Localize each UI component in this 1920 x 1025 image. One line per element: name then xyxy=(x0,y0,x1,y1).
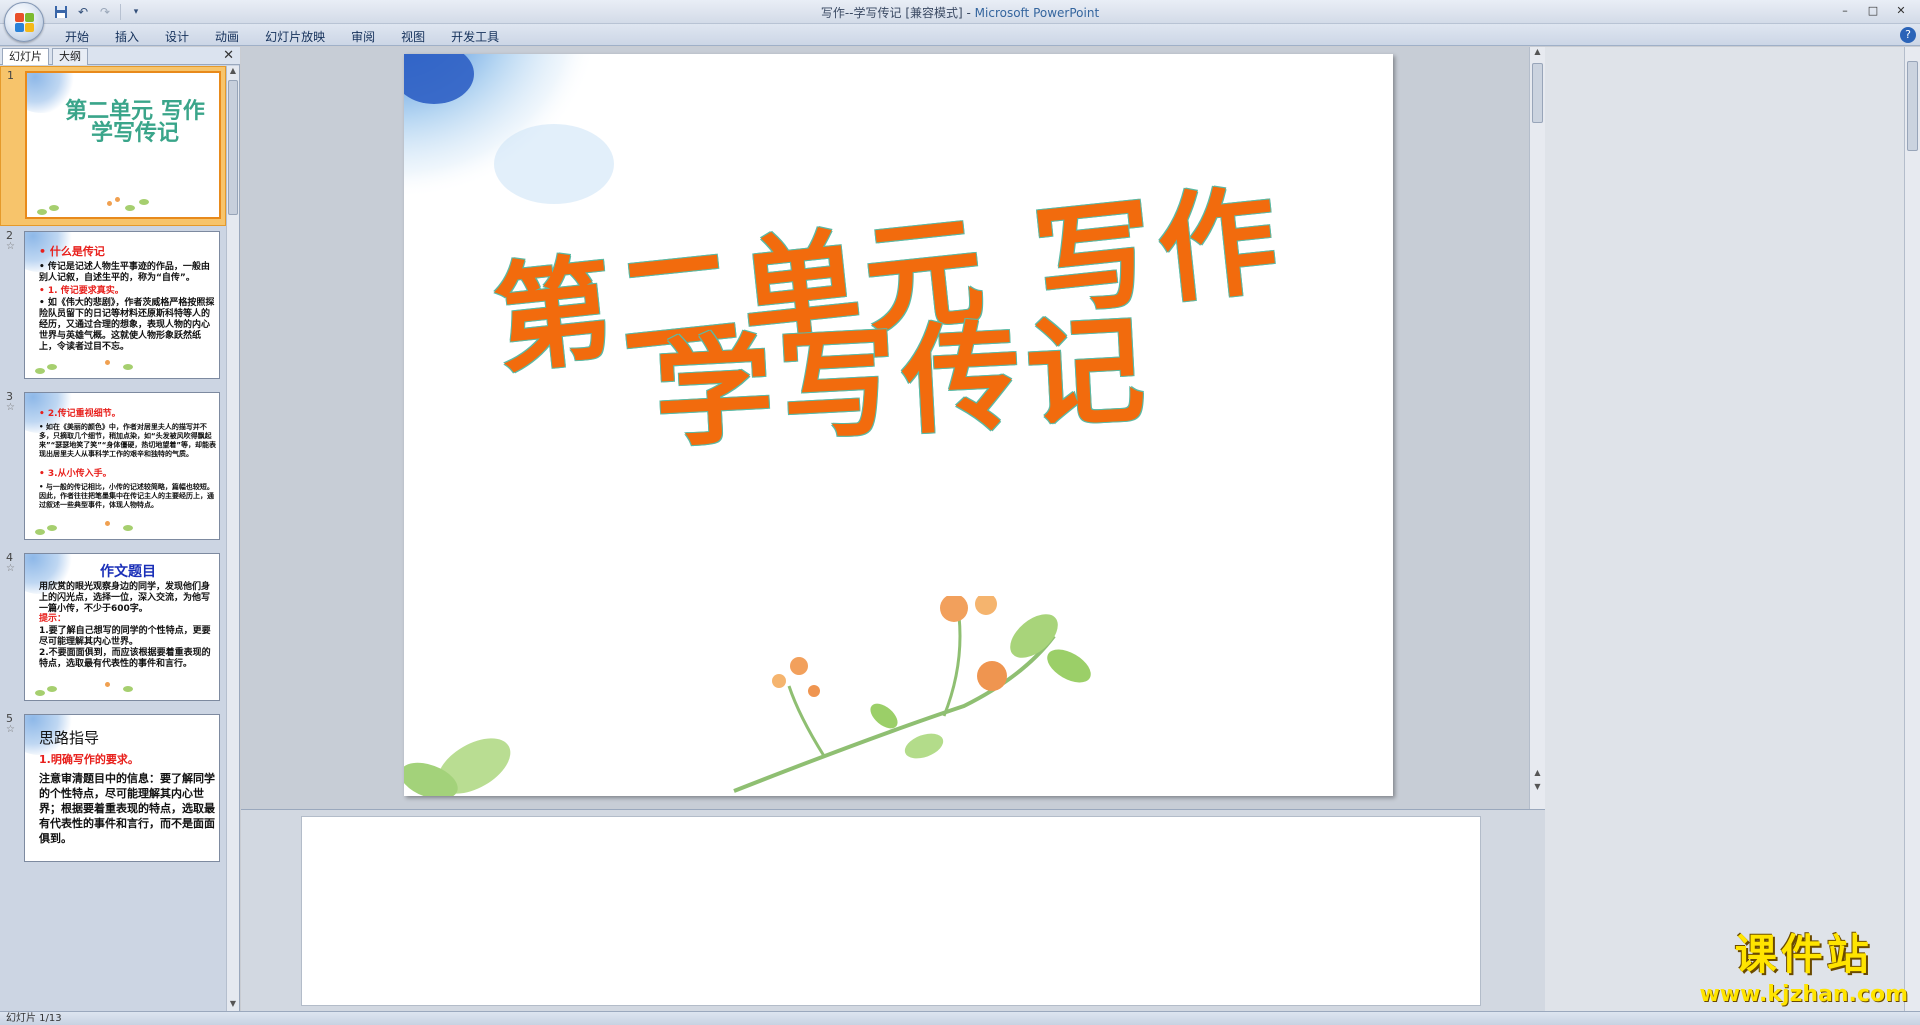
flower-sprig-decoration xyxy=(101,513,161,537)
slide-preview: 作文题目 用欣赏的眼光观察身边的同学，发现他们身上的闪光点，选择一位，深入交流，… xyxy=(24,553,220,701)
window-title: 写作--学写传记 [兼容模式] - Microsoft PowerPoint xyxy=(0,4,1920,21)
slide-editor: 第二单元 写作 学写传记 ▲ ▲ ▼ xyxy=(241,47,1545,809)
slide-thumbnail-5[interactable]: 5 ☆ 思路指导 1.明确写作的要求。 注意审清题目中的信息：要了解同学的个性特… xyxy=(0,710,226,870)
tab-slides[interactable]: 幻灯片 xyxy=(2,48,49,65)
thumb-line: • 如在《美丽的颜色》中，作者对居里夫人的描写并不多，只摘取几个细节，稍加点染，… xyxy=(39,423,217,458)
flower-branch-decoration xyxy=(404,596,1091,796)
tab-developer[interactable]: 开发工具 xyxy=(438,27,512,46)
animation-star-icon: ☆ xyxy=(6,724,15,735)
thumb-line: • 1. 传记要求真实。 xyxy=(39,286,124,296)
thumb-line: • 2.传记重视细节。 xyxy=(39,409,121,419)
thumb-title-line-1: 第二单元 写作 xyxy=(65,99,205,124)
flower-sprig-decoration xyxy=(33,358,93,378)
scroll-up-icon[interactable]: ▲ xyxy=(227,66,239,78)
flower-sprig-decoration xyxy=(35,199,95,217)
app-name: Microsoft PowerPoint xyxy=(974,6,1100,20)
thumb-line: • 如《伟大的悲剧》，作者茨威格严格按照探险队员留下的日记等材料还原斯科特等人的… xyxy=(39,298,215,352)
slide-title-line-2[interactable]: 学写传记 xyxy=(650,273,1154,470)
thumb-line: • 与一般的传记相比，小传的记述较简略，篇幅也较短。因此，作者往往把笔墨集中在传… xyxy=(39,483,214,509)
flower-sprig-decoration xyxy=(101,352,161,376)
watermark-url: www.kjzhan.com xyxy=(1699,982,1908,1007)
right-gutter xyxy=(1545,47,1920,1011)
office-button[interactable] xyxy=(4,2,44,42)
thumb-line: • 传记是记述人物生平事迹的作品，一般由别人记叙，自述生平的，称为“自传”。 xyxy=(39,262,210,283)
slide-thumbnails: 1 第二单元 写作 学写传记 2 ☆ • 什么是传记 • 传记是记述人物生平事迹… xyxy=(0,66,226,1011)
office-logo-icon xyxy=(15,13,35,33)
thumb-line: 用欣赏的眼光观察身边的同学，发现他们身上的闪光点，选择一位，深入交流，为他写一篇… xyxy=(39,582,211,614)
slides-pane: 幻灯片 大纲 ✕ 1 第二单元 写作 学写传记 2 ☆ • 什么是传记 • 传记… xyxy=(0,47,240,1011)
slide-thumbnail-3[interactable]: 3 ☆ • 2.传记重视细节。 • 如在《美丽的颜色》中，作者对居里夫人的描写并… xyxy=(0,388,226,548)
thumb-line: 提示： xyxy=(39,614,67,624)
tab-design[interactable]: 设计 xyxy=(152,27,202,46)
help-icon[interactable]: ? xyxy=(1900,27,1916,43)
ribbon-tabs: 开始 插入 设计 动画 幻灯片放映 审阅 视图 开发工具 xyxy=(52,27,512,46)
flower-sprig-decoration xyxy=(33,680,93,700)
thumb-line: • 什么是传记 xyxy=(39,245,105,258)
watermark-logo: 课件站 www.kjzhan.com xyxy=(1699,921,1908,1007)
document-title: 写作--学写传记 [兼容模式] - xyxy=(820,6,975,20)
thumb-line: 2.不要面面俱到，而应该根据要着重表现的特点，选取最有代表性的事件和言行。 xyxy=(39,648,211,669)
thumb-heading: 作文题目 xyxy=(100,564,156,580)
thumb-line: 1.明确写作的要求。 xyxy=(39,753,139,766)
tab-review[interactable]: 审阅 xyxy=(338,27,388,46)
slide-number: 1 xyxy=(7,69,14,82)
pane-close-icon[interactable]: ✕ xyxy=(223,48,234,63)
slide-preview: 思路指导 1.明确写作的要求。 注意审清题目中的信息：要了解同学的个性特点，尽可… xyxy=(24,714,220,862)
scrollbar-thumb[interactable] xyxy=(1532,63,1543,123)
tab-slideshow[interactable]: 幻灯片放映 xyxy=(252,27,338,46)
pane-tabs: 幻灯片 大纲 ✕ xyxy=(0,47,240,65)
next-slide-icon[interactable]: ▼ xyxy=(1531,782,1544,795)
slide-thumbnail-1[interactable]: 1 第二单元 写作 学写传记 xyxy=(0,66,226,226)
maximize-button[interactable]: □ xyxy=(1860,2,1886,18)
flower-sprig-decoration xyxy=(101,674,161,698)
thumb-title-line-2: 学写传记 xyxy=(90,121,179,146)
status-bar: 幻灯片 1/13 xyxy=(0,1011,1920,1025)
animation-star-icon: ☆ xyxy=(6,563,15,574)
scrollbar-thumb[interactable] xyxy=(1907,61,1918,151)
ribbon: 开始 插入 设计 动画 幻灯片放映 审阅 视图 开发工具 ? xyxy=(0,24,1920,46)
tab-animations[interactable]: 动画 xyxy=(202,27,252,46)
tab-insert[interactable]: 插入 xyxy=(102,27,152,46)
slide-thumbnail-2[interactable]: 2 ☆ • 什么是传记 • 传记是记述人物生平事迹的作品，一般由别人记叙，自述生… xyxy=(0,227,226,387)
flower-sprig-decoration xyxy=(33,519,93,539)
window-scrollbar[interactable] xyxy=(1904,47,1920,1011)
slide-preview: 第二单元 写作 学写传记 xyxy=(25,71,221,219)
slide-preview: • 什么是传记 • 传记是记述人物生平事迹的作品，一般由别人记叙，自述生平的，称… xyxy=(24,231,220,379)
notes-input[interactable] xyxy=(301,816,1481,1006)
notes-pane xyxy=(241,809,1545,1011)
editor-scrollbar[interactable]: ▲ ▲ ▼ xyxy=(1529,47,1545,809)
slide-preview: • 2.传记重视细节。 • 如在《美丽的颜色》中，作者对居里夫人的描写并不多，只… xyxy=(24,392,220,540)
title-bar: ↶ ↷ ▾ 写作--学写传记 [兼容模式] - Microsoft PowerP… xyxy=(0,0,1920,24)
tab-home[interactable]: 开始 xyxy=(52,27,102,46)
thumb-line: 注意审清题目中的信息：要了解同学的个性特点，尽可能理解其内心世界；根据要着重表现… xyxy=(39,772,215,845)
minimize-button[interactable]: – xyxy=(1832,2,1858,18)
previous-slide-icon[interactable]: ▲ xyxy=(1531,768,1544,781)
slide-thumbnail-4[interactable]: 4 ☆ 作文题目 用欣赏的眼光观察身边的同学，发现他们身上的闪光点，选择一位，深… xyxy=(0,549,226,709)
flower-sprig-decoration xyxy=(103,193,163,217)
thumb-heading: 思路指导 xyxy=(39,729,100,747)
thumb-line: 1.要了解自己想写的同学的个性特点，更要尽可能理解其内心世界。 xyxy=(39,626,211,647)
thumbnails-scrollbar[interactable]: ▲ ▼ xyxy=(226,66,239,1011)
animation-star-icon: ☆ xyxy=(6,241,15,252)
tab-outline[interactable]: 大纲 xyxy=(52,48,88,65)
scroll-up-icon[interactable]: ▲ xyxy=(1531,47,1544,60)
close-button[interactable]: ✕ xyxy=(1888,2,1914,18)
scroll-down-icon[interactable]: ▼ xyxy=(227,999,239,1011)
tab-view[interactable]: 视图 xyxy=(388,27,438,46)
window-controls: – □ ✕ xyxy=(1832,2,1914,18)
thumb-line: • 3.从小传入手。 xyxy=(39,469,112,479)
watermark-text: 课件站 xyxy=(1734,930,1873,979)
scrollbar-thumb[interactable] xyxy=(228,80,238,215)
thumb-title: 第二单元 写作 学写传记 xyxy=(45,99,219,146)
current-slide[interactable]: 第二单元 写作 学写传记 xyxy=(404,54,1393,796)
animation-star-icon: ☆ xyxy=(6,402,15,413)
slide-counter: 幻灯片 1/13 xyxy=(6,1013,62,1024)
